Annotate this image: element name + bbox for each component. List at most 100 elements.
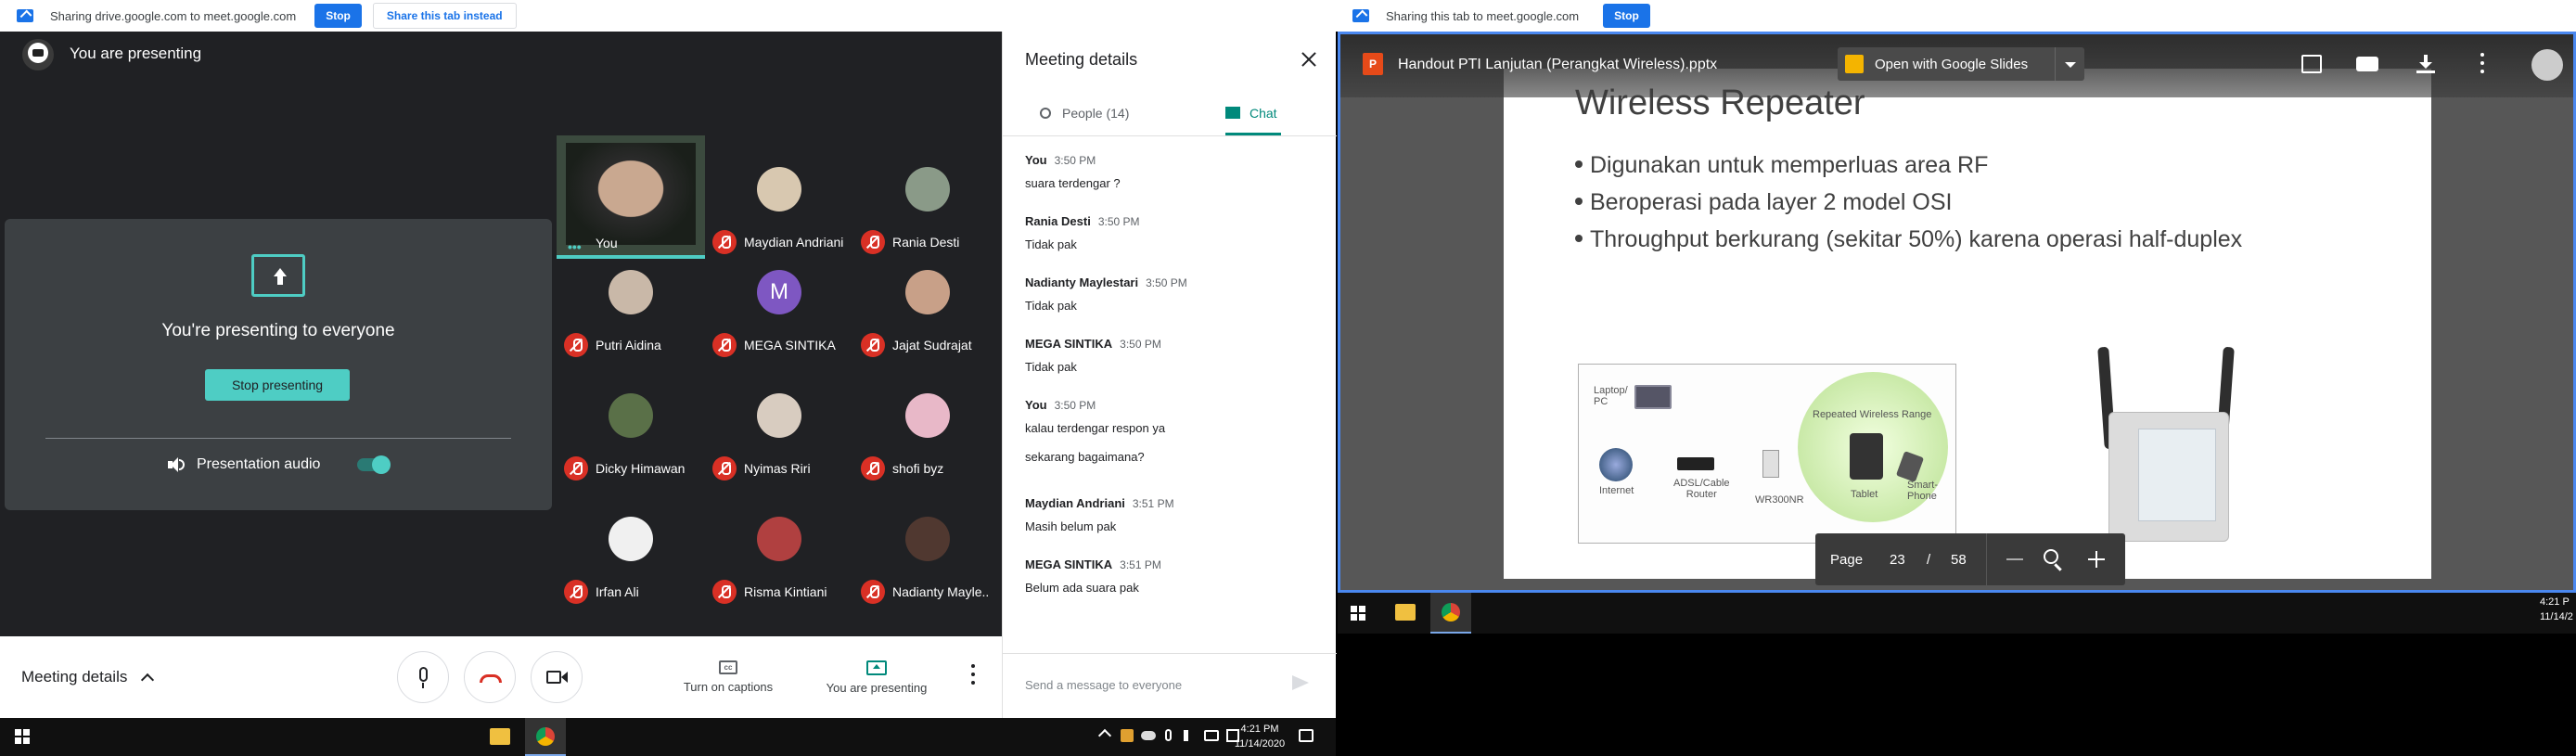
stop-presenting-button[interactable]: Stop presenting — [205, 369, 350, 401]
volume-icon[interactable] — [1184, 730, 1197, 741]
message-header: Maydian Andriani 3:51 PM — [1025, 495, 1322, 512]
participant-tile[interactable]: shofi byz — [853, 382, 1002, 506]
right-clock-time: 4:21 P — [2540, 596, 2570, 608]
account-avatar[interactable] — [2531, 49, 2563, 81]
stop-sharing-button[interactable]: Stop — [314, 4, 362, 28]
share-this-tab-button[interactable]: Share this tab instead — [372, 3, 517, 29]
tray-app-icon[interactable] — [1121, 729, 1134, 742]
divider — [45, 438, 511, 439]
participant-tile[interactable]: Irfan Ali — [557, 506, 705, 629]
powerpoint-icon: P — [1363, 53, 1383, 75]
bullet-dot — [1575, 235, 1583, 242]
zoom-icon — [2044, 549, 2058, 564]
participant-avatar — [905, 270, 950, 314]
zoom-out-icon[interactable] — [2006, 558, 2023, 560]
page-label: Page — [1830, 552, 1864, 568]
participant-avatar — [609, 393, 653, 438]
file-explorer-icon[interactable] — [1395, 604, 1416, 621]
message-text: suara terdengar ? — [1025, 176, 1121, 190]
open-with-label: Open with Google Slides — [1875, 57, 2029, 72]
message-sender: You — [1025, 153, 1047, 167]
stop-sharing-button[interactable]: Stop — [1603, 4, 1650, 28]
message-text: kalau terdengar respon ya — [1025, 421, 1166, 435]
speaker-icon — [168, 456, 185, 473]
presentation-audio-toggle[interactable] — [357, 455, 391, 474]
participant-name: Dicky Himawan — [596, 461, 686, 476]
open-with-button[interactable]: Open with Google Slides — [1838, 47, 2084, 81]
zoom-in-icon[interactable] — [2088, 551, 2105, 568]
print-icon[interactable] — [2356, 57, 2378, 71]
close-icon[interactable] — [1300, 50, 1318, 69]
participant-name: Risma Kintiani — [744, 584, 827, 599]
slide: Wireless Repeater Digunakan untuk memper… — [1504, 69, 2431, 579]
range-label: Repeated Wireless Range — [1813, 409, 1932, 420]
participant-avatar — [609, 517, 653, 561]
bullet-text: Beroperasi pada layer 2 model OSI — [1590, 189, 1953, 215]
participant-name: You — [596, 236, 618, 250]
participant-tile[interactable]: Nyimas Riri — [705, 382, 853, 506]
add-comment-icon[interactable] — [2301, 55, 2322, 73]
meeting-details-label: Meeting details — [21, 668, 128, 686]
page-separator: / — [1927, 552, 1931, 568]
presenting-header: You are presenting — [70, 45, 202, 62]
tab-chat[interactable]: Chat — [1225, 106, 1277, 121]
message-time: 3:50 PM — [1054, 399, 1096, 412]
participant-name: MEGA SINTIKA — [744, 338, 836, 352]
participant-tile[interactable]: Dicky Himawan — [557, 382, 705, 506]
participant-tile[interactable]: Putri Aidina — [557, 259, 705, 382]
internet-label: Internet — [1599, 485, 1634, 496]
present-icon — [251, 254, 305, 297]
message-text: Tidak pak — [1025, 299, 1077, 313]
leave-call-button[interactable] — [464, 651, 516, 703]
participant-tile[interactable]: Maydian Andriani — [705, 135, 853, 259]
more-options-icon[interactable] — [2480, 53, 2485, 75]
laptop-icon — [1634, 385, 1672, 409]
more-options-icon[interactable] — [970, 664, 976, 686]
download-icon[interactable] — [2416, 55, 2435, 73]
chat-icon — [1225, 107, 1240, 119]
globe-icon — [1599, 448, 1633, 481]
participant-tile[interactable]: Risma Kintiani — [705, 506, 853, 629]
participant-tile[interactable]: Jajat Sudrajat — [853, 259, 1002, 382]
onedrive-icon[interactable] — [1141, 731, 1156, 740]
microphone-icon[interactable] — [1165, 729, 1172, 741]
participant-tile[interactable]: ••• You — [557, 135, 705, 259]
windows-start-icon[interactable] — [15, 729, 30, 744]
repeater-diagram: Repeated Wireless Range Laptop/ PC Inter… — [1578, 364, 1956, 544]
microphone-button[interactable] — [397, 651, 449, 703]
captions-button[interactable]: cc Turn on captions — [682, 660, 775, 694]
meeting-details-button[interactable]: Meeting details — [21, 668, 155, 687]
participant-tile[interactable]: M MEGA SINTIKA — [705, 259, 853, 382]
participant-avatar — [757, 167, 801, 211]
participant-avatar — [609, 270, 653, 314]
more-options-icon[interactable]: ••• — [568, 239, 582, 254]
network-icon[interactable] — [1204, 730, 1219, 741]
file-explorer-icon[interactable] — [490, 728, 510, 745]
chrome-taskbar-item[interactable] — [1430, 593, 1471, 634]
message-header: Nadianty Maylestari 3:50 PM — [1025, 275, 1322, 291]
chevron-up-icon[interactable] — [1097, 728, 1112, 743]
tab-chat-label: Chat — [1250, 106, 1277, 121]
left-taskbar: 4:21 PM 11/14/2020 — [0, 718, 1336, 756]
page-current-input[interactable]: 23 — [1890, 552, 1905, 568]
present-icon — [866, 660, 887, 675]
chat-input[interactable]: Send a message to everyone — [1025, 678, 1182, 692]
chrome-taskbar-item[interactable] — [525, 718, 566, 756]
chevron-down-icon[interactable] — [2065, 62, 2076, 68]
tab-people[interactable]: People (14) — [1040, 106, 1129, 121]
message-sender: Nadianty Maylestari — [1025, 275, 1139, 289]
send-icon[interactable] — [1292, 675, 1309, 690]
panel-title: Meeting details — [1025, 50, 1138, 69]
participant-tile[interactable]: Rania Desti — [853, 135, 1002, 259]
windows-start-icon[interactable] — [1351, 606, 1365, 621]
camera-button[interactable] — [531, 651, 583, 703]
meet-stage: You are presenting You're presenting to … — [0, 32, 1002, 636]
present-now-button[interactable]: You are presenting — [821, 660, 932, 695]
right-sharing-bar: Sharing this tab to meet.google.com Stop — [1336, 0, 2576, 32]
page-total: 58 — [1951, 552, 1967, 568]
presenting-title: You're presenting to everyone — [161, 321, 395, 340]
participant-tile[interactable]: Nadianty Mayle.. — [853, 506, 1002, 629]
message-sender: You — [1025, 398, 1047, 412]
slide-bullets: Digunakan untuk memperluas area RF Berope… — [1575, 152, 2242, 263]
notifications-icon[interactable] — [1299, 729, 1314, 742]
